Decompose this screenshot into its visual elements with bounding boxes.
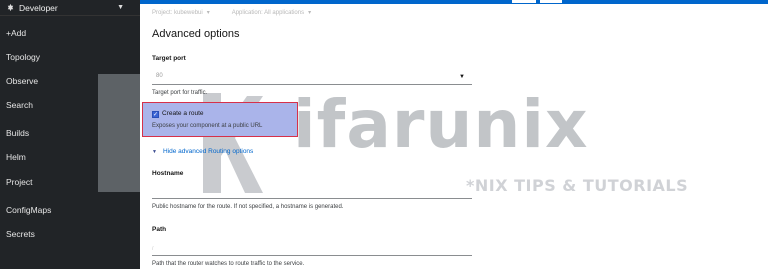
create-route-checkbox[interactable]: ✓	[152, 111, 159, 118]
path-label: Path	[152, 226, 167, 233]
create-route-help: Exposes your component at a public URL	[152, 123, 263, 129]
sidebar-item-builds[interactable]: Builds	[6, 128, 29, 138]
hostname-label: Hostname	[152, 170, 184, 177]
caret-down-icon: ▼	[152, 148, 157, 155]
watermark-band	[98, 74, 140, 192]
sidebar-item-secrets[interactable]: Secrets	[6, 229, 35, 239]
sidebar-item-configmaps[interactable]: ConfigMaps	[6, 205, 51, 215]
gear-icon	[6, 3, 15, 12]
sidebar-item-helm[interactable]: Helm	[6, 152, 26, 162]
caret-down-icon: ▼	[117, 4, 124, 11]
target-port-value: 80	[156, 73, 163, 79]
sidebar-item-topology[interactable]: Topology	[6, 52, 40, 62]
watermark-brand: ifarunix	[293, 86, 589, 163]
top-bar-block	[540, 0, 562, 3]
section-title: Advanced options	[152, 28, 240, 40]
hostname-help: Public hostname for the route. If not sp…	[152, 204, 344, 210]
path-help: Path that the router watches to route tr…	[152, 261, 305, 267]
sidebar-item-search[interactable]: Search	[6, 100, 33, 110]
sidebar-item-project[interactable]: Project	[6, 177, 32, 187]
top-bar-block	[512, 0, 536, 3]
application-selector[interactable]: Application: All applications ▾	[232, 9, 311, 16]
watermark-tagline: *NIX TIPS & TUTORIALS	[466, 176, 689, 195]
perspective-label: Developer	[19, 2, 58, 13]
context-selectors: Project: kubewebui ▾ Application: All app…	[152, 9, 311, 16]
path-input[interactable]	[152, 239, 472, 256]
create-route-label: Create a route	[162, 110, 204, 117]
target-port-select[interactable]	[152, 68, 472, 85]
advanced-routing-toggle-label: Hide advanced Routing options	[162, 148, 254, 155]
hostname-input[interactable]	[152, 183, 472, 199]
sidebar-item-observe[interactable]: Observe	[6, 76, 38, 86]
create-route-highlight	[142, 102, 298, 137]
sidebar-item-add[interactable]: +Add	[6, 28, 26, 38]
caret-down-icon: ▼	[459, 74, 465, 80]
target-port-help: Target port for traffic.	[152, 90, 208, 96]
app-root: Developer ▼ +Add Topology Observe Search…	[0, 0, 768, 269]
target-port-label: Target port	[152, 55, 186, 62]
perspective-switcher[interactable]: Developer ▼	[0, 0, 140, 16]
project-selector[interactable]: Project: kubewebui ▾	[152, 9, 210, 16]
path-value: /	[152, 246, 154, 252]
advanced-routing-toggle[interactable]: ▼ Hide advanced Routing options	[152, 148, 253, 155]
top-bar	[140, 0, 768, 4]
